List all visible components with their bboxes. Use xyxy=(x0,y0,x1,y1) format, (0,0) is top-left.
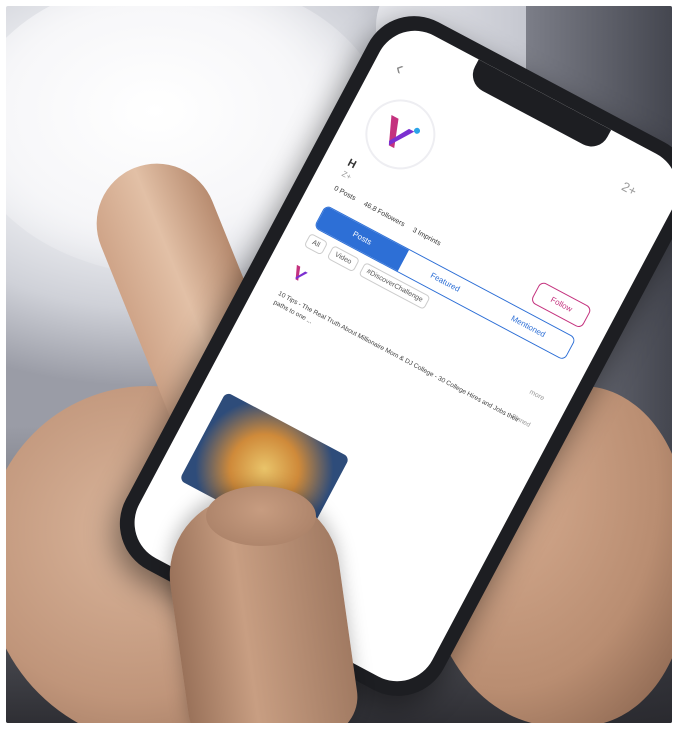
profile-name: H xyxy=(345,156,359,172)
photo: ‹ 2+ H Z+ 0 Posts 46.8 Followers 3 Impri… xyxy=(6,6,672,723)
finger-tip xyxy=(206,486,316,546)
stat-followers: 46.8 Followers xyxy=(362,200,406,229)
post-more[interactable]: more xyxy=(528,389,545,403)
back-icon[interactable]: ‹ xyxy=(391,57,408,80)
stat-imprints: 3 Imprints xyxy=(411,226,442,248)
add-friend-icon[interactable]: 2+ xyxy=(619,179,639,199)
profile-logo xyxy=(355,89,445,180)
v-logo-icon xyxy=(295,264,308,281)
stat-posts: 0 Posts xyxy=(332,185,357,203)
chip-all[interactable]: All xyxy=(303,232,329,256)
post-avatar xyxy=(286,259,317,290)
v-logo-icon xyxy=(388,114,421,149)
profile-handle: Z+ xyxy=(340,169,353,182)
